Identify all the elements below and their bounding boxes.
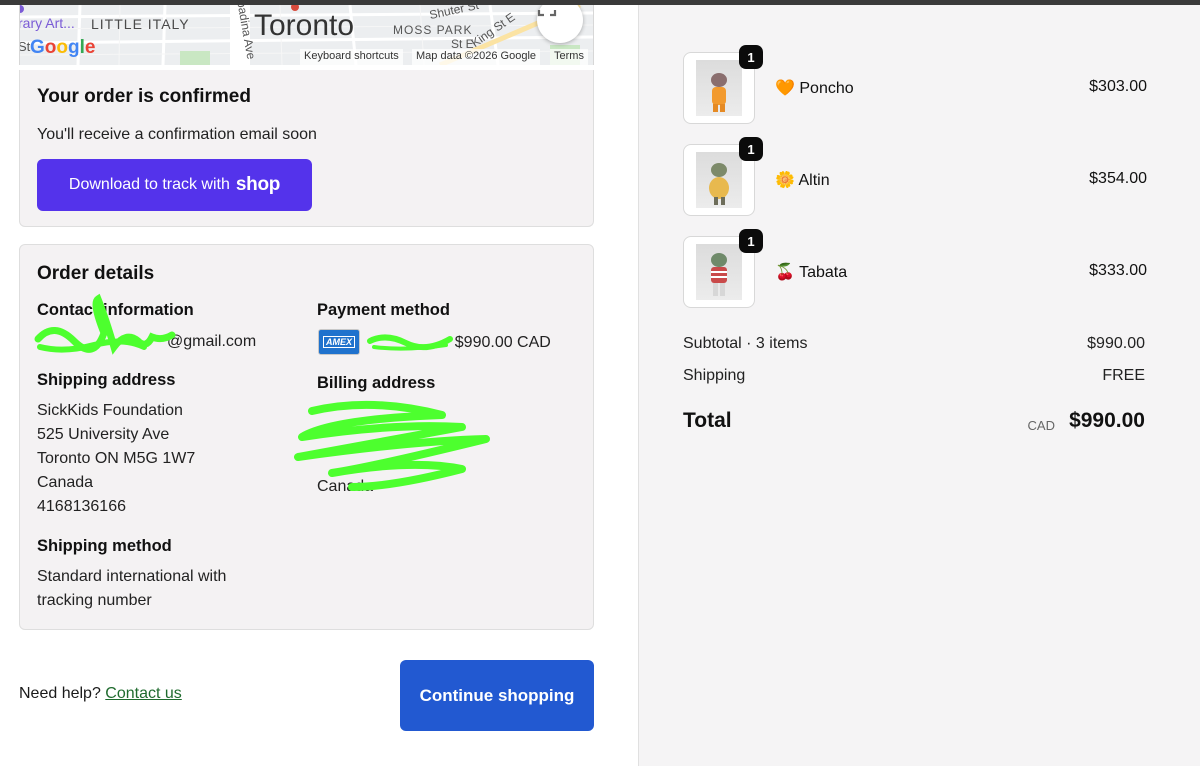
total-currency: CAD: [1027, 418, 1055, 433]
map-data-attribution: Map data ©2026 Google: [412, 49, 541, 65]
shipping-line-4: Canada: [37, 474, 94, 491]
quantity-badge: 1: [739, 137, 763, 161]
need-help-label: Need help?: [19, 685, 101, 702]
total-row: Total CAD $990.00: [683, 409, 1145, 433]
confirmation-card: Your order is confirmed You'll receive a…: [19, 70, 594, 227]
cart-item: 1 🧡 Poncho $303.00: [683, 45, 1147, 124]
shipping-label: Shipping: [683, 367, 746, 384]
fullscreen-icon: [537, 10, 557, 17]
product-image-poncho: [711, 73, 727, 112]
product-image-altin: [709, 163, 729, 205]
shipping-row: Shipping FREE: [683, 367, 1145, 385]
quantity-badge: 1: [739, 45, 763, 69]
item-emoji: 🌼: [775, 172, 795, 189]
order-summary-panel: 1 🧡 Poncho $303.00 1 🌼 Altin $354.00 1 🍒…: [638, 5, 1200, 766]
item-emoji: 🍒: [775, 264, 795, 281]
shipping-method-line-1: Standard international with: [37, 568, 227, 585]
contact-us-link[interactable]: Contact us: [105, 685, 181, 702]
item-price: $354.00: [1089, 170, 1147, 187]
confirmation-title: Your order is confirmed: [37, 86, 251, 107]
subtotal-value: $990.00: [1087, 335, 1145, 352]
shipping-method-heading: Shipping method: [37, 537, 172, 555]
payment-heading: Payment method: [317, 301, 450, 319]
shop-logo: shop: [235, 174, 281, 195]
cart-item: 1 🍒 Tabata $333.00: [683, 229, 1147, 308]
item-title: Poncho: [799, 80, 854, 97]
cart-item: 1 🌼 Altin $354.00: [683, 137, 1147, 216]
shipping-address-heading: Shipping address: [37, 371, 176, 389]
item-name: 🧡 Poncho: [775, 78, 854, 98]
map-label-city: Toronto: [254, 9, 355, 42]
product-image-tabata: [711, 253, 727, 296]
billing-address-heading: Billing address: [317, 374, 436, 392]
map-keyboard-shortcuts[interactable]: Keyboard shortcuts: [300, 49, 403, 65]
need-help: Need help? Contact us: [19, 685, 182, 703]
item-emoji: 🧡: [775, 80, 795, 97]
billing-country: Canada: [317, 478, 374, 495]
order-details-title: Order details: [37, 263, 155, 284]
item-price: $333.00: [1089, 262, 1147, 279]
map-terms-link[interactable]: Terms: [550, 49, 588, 65]
map-label-moss-park: MOSS PARK: [393, 23, 473, 37]
map-label-st: St: [19, 39, 31, 54]
total-label: Total: [683, 409, 732, 432]
shipping-line-5: 4168136166: [37, 498, 126, 515]
main-column: rary Art... LITTLE ITALY Toronto MOSS PA…: [0, 5, 638, 766]
shipping-method-line-2: tracking number: [37, 592, 152, 609]
continue-shopping-button[interactable]: Continue shopping: [400, 660, 594, 731]
shipping-line-3: Toronto ON M5G 1W7: [37, 450, 196, 467]
shipping-value: FREE: [1102, 367, 1145, 384]
amex-label: AMEX: [322, 336, 355, 348]
shop-button-label: Download to track with: [68, 176, 230, 193]
amex-card-icon: AMEX: [318, 329, 360, 355]
contact-heading: Contact information: [37, 301, 194, 319]
order-details-card: Order details Contact information @gmail…: [19, 244, 594, 630]
item-name: 🌼 Altin: [775, 170, 830, 190]
shipping-line-2: 525 University Ave: [37, 426, 170, 443]
contact-email: @gmail.com: [167, 333, 257, 350]
item-title: Tabata: [799, 264, 848, 281]
total-value: $990.00: [1069, 409, 1145, 432]
item-name: 🍒 Tabata: [775, 262, 847, 282]
map-label-little-italy: LITTLE ITALY: [91, 16, 190, 32]
download-shop-button[interactable]: Download to track with shop: [37, 159, 312, 211]
google-logo: Google: [30, 37, 96, 58]
confirmation-subtitle: You'll receive a confirmation email soon: [37, 126, 317, 143]
item-price: $303.00: [1089, 78, 1147, 95]
payment-amount: · $990.00 CAD: [445, 334, 551, 351]
map-label-art: rary Art...: [19, 15, 75, 31]
subtotal-label: Subtotal · 3 items: [683, 335, 808, 352]
quantity-badge: 1: [739, 229, 763, 253]
map-view[interactable]: rary Art... LITTLE ITALY Toronto MOSS PA…: [19, 5, 594, 65]
shipping-line-1: SickKids Foundation: [37, 402, 183, 419]
subtotal-row: Subtotal · 3 items $990.00: [683, 335, 1145, 353]
redaction-scribble-card: [367, 334, 453, 351]
item-title: Altin: [798, 172, 830, 189]
